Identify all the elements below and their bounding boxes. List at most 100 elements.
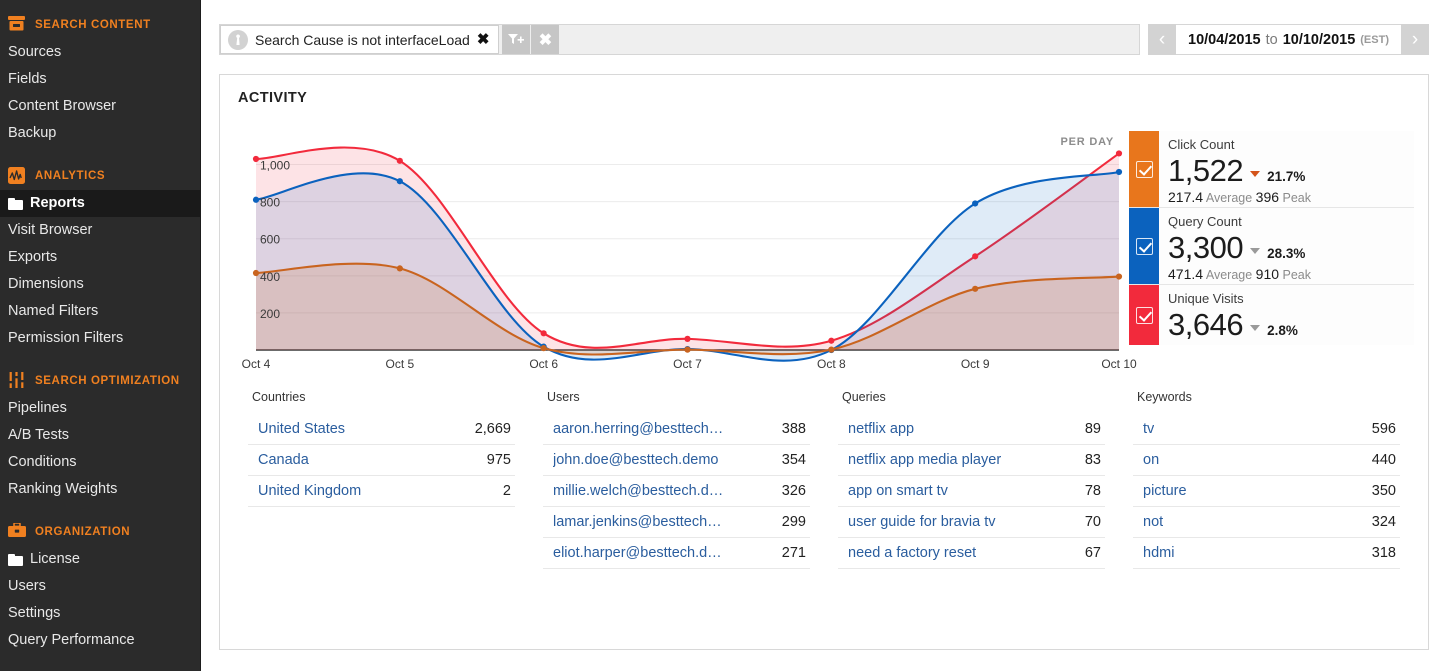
filter-bar[interactable]: Search Cause is not interfaceLoad ✖ ✖ bbox=[219, 24, 1140, 55]
table-row[interactable]: hdmi318 bbox=[1133, 537, 1400, 568]
sidebar-item-users[interactable]: Users bbox=[0, 573, 200, 600]
table-row-label[interactable]: netflix app media player bbox=[848, 452, 1001, 468]
table-row[interactable]: need a factory reset67 bbox=[838, 537, 1105, 568]
date-range-next-button[interactable]: › bbox=[1401, 24, 1429, 55]
metric-card[interactable]: Query Count3,30028.3%471.4 Average 910 P… bbox=[1129, 208, 1414, 285]
svg-text:Oct 5: Oct 5 bbox=[385, 357, 414, 371]
sidebar-item-ranking-weights[interactable]: Ranking Weights bbox=[0, 476, 200, 503]
table-row-label[interactable]: not bbox=[1143, 514, 1163, 530]
table-row-label[interactable]: picture bbox=[1143, 483, 1187, 499]
table-row[interactable]: millie.welch@besttech.d…326 bbox=[543, 475, 810, 506]
sidebar-item-label: Backup bbox=[8, 125, 56, 142]
table-row-label[interactable]: app on smart tv bbox=[848, 483, 948, 499]
sidebar-item-label: Named Filters bbox=[8, 303, 98, 320]
metric-checkbox[interactable] bbox=[1136, 161, 1153, 178]
table-row[interactable]: United States2,669 bbox=[248, 414, 515, 444]
metric-change-percent: 21.7% bbox=[1267, 169, 1305, 184]
table-row[interactable]: tv596 bbox=[1133, 414, 1400, 444]
table-row[interactable]: user guide for bravia tv70 bbox=[838, 506, 1105, 537]
table-row[interactable]: lamar.jenkins@besttech…299 bbox=[543, 506, 810, 537]
sidebar-item-pipelines[interactable]: Pipelines bbox=[0, 395, 200, 422]
sidebar-item-label: Pipelines bbox=[8, 400, 67, 417]
sidebar-item-a-b-tests[interactable]: A/B Tests bbox=[0, 422, 200, 449]
metric-card[interactable]: Click Count1,52221.7%217.4 Average 396 P… bbox=[1129, 131, 1414, 208]
summary-table: CountriesUnited States2,669Canada975Unit… bbox=[234, 390, 529, 569]
table-row-label[interactable]: eliot.harper@besttech.d… bbox=[553, 545, 722, 561]
sidebar-item-named-filters[interactable]: Named Filters bbox=[0, 298, 200, 325]
table-row-value: 440 bbox=[1362, 452, 1396, 468]
table-row[interactable]: not324 bbox=[1133, 506, 1400, 537]
metric-body: Unique Visits3,6462.8% bbox=[1159, 285, 1414, 345]
table-row-label[interactable]: hdmi bbox=[1143, 545, 1174, 561]
svg-text:Oct 4: Oct 4 bbox=[242, 357, 271, 371]
date-range-separator: to bbox=[1266, 32, 1278, 48]
sidebar-item-exports[interactable]: Exports bbox=[0, 244, 200, 271]
metric-change-percent: 2.8% bbox=[1267, 323, 1298, 338]
table-row-label[interactable]: aaron.herring@besttech… bbox=[553, 421, 723, 437]
summary-tables: CountriesUnited States2,669Canada975Unit… bbox=[220, 390, 1428, 569]
metric-card[interactable]: Unique Visits3,6462.8% bbox=[1129, 285, 1414, 345]
date-range-text[interactable]: 10/04/2015 to 10/10/2015 (EST) bbox=[1176, 24, 1401, 55]
sidebar-item-settings[interactable]: Settings bbox=[0, 600, 200, 627]
metric-change-percent: 28.3% bbox=[1267, 246, 1305, 261]
table-row-label[interactable]: millie.welch@besttech.d… bbox=[553, 483, 723, 499]
metric-checkbox[interactable] bbox=[1136, 307, 1153, 324]
metric-peak-value: 910 bbox=[1256, 266, 1279, 282]
sidebar-section-analytics: ANALYTICS bbox=[0, 161, 200, 190]
summary-table-rows: netflix app89netflix app media player83a… bbox=[838, 414, 1105, 569]
table-row-label[interactable]: United Kingdom bbox=[258, 483, 361, 499]
table-row[interactable]: United Kingdom2 bbox=[248, 475, 515, 506]
table-row[interactable]: john.doe@besttech.demo354 bbox=[543, 444, 810, 475]
table-row[interactable]: eliot.harper@besttech.d…271 bbox=[543, 537, 810, 568]
table-row[interactable]: app on smart tv78 bbox=[838, 475, 1105, 506]
sidebar-item-backup[interactable]: Backup bbox=[0, 120, 200, 147]
sidebar-item-label: Conditions bbox=[8, 454, 77, 471]
summary-table-header: Users bbox=[543, 390, 810, 414]
filter-chip[interactable]: Search Cause is not interfaceLoad ✖ bbox=[220, 25, 499, 54]
table-row-label[interactable]: user guide for bravia tv bbox=[848, 514, 996, 530]
table-row-value: 388 bbox=[772, 421, 806, 437]
svg-text:600: 600 bbox=[260, 233, 280, 247]
sidebar-section-organization: ORGANIZATION bbox=[0, 517, 200, 546]
sidebar-item-license[interactable]: License bbox=[0, 546, 200, 573]
svg-text:Oct 10: Oct 10 bbox=[1101, 357, 1137, 371]
table-row[interactable]: netflix app media player83 bbox=[838, 444, 1105, 475]
date-range-picker[interactable]: ‹ 10/04/2015 to 10/10/2015 (EST) › bbox=[1148, 24, 1429, 55]
table-row-label[interactable]: lamar.jenkins@besttech… bbox=[553, 514, 722, 530]
metric-name: Unique Visits bbox=[1168, 291, 1414, 307]
table-row-label[interactable]: john.doe@besttech.demo bbox=[553, 452, 718, 468]
sidebar-item-dimensions[interactable]: Dimensions bbox=[0, 271, 200, 298]
table-row-label[interactable]: United States bbox=[258, 421, 345, 437]
sidebar-item-permission-filters[interactable]: Permission Filters bbox=[0, 325, 200, 352]
table-row-label[interactable]: netflix app bbox=[848, 421, 914, 437]
table-row-label[interactable]: need a factory reset bbox=[848, 545, 976, 561]
table-row[interactable]: on 440 bbox=[1133, 444, 1400, 475]
table-row[interactable]: aaron.herring@besttech… 388 bbox=[543, 414, 810, 444]
summary-table-header: Keywords bbox=[1133, 390, 1400, 414]
table-row[interactable]: Canada975 bbox=[248, 444, 515, 475]
sidebar-item-fields[interactable]: Fields bbox=[0, 66, 200, 93]
sidebar-item-label: Exports bbox=[8, 249, 57, 266]
table-row-label[interactable]: on bbox=[1143, 452, 1159, 468]
page-title: ACTIVITY bbox=[220, 75, 1428, 106]
sidebar-item-query-performance[interactable]: Query Performance bbox=[0, 627, 200, 654]
sidebar-item-content-browser[interactable]: Content Browser bbox=[0, 93, 200, 120]
metric-value-row: 3,30028.3% bbox=[1168, 230, 1414, 266]
date-range-prev-button[interactable]: ‹ bbox=[1148, 24, 1176, 55]
clear-filters-button[interactable]: ✖ bbox=[531, 25, 559, 54]
metric-checkbox[interactable] bbox=[1136, 238, 1153, 255]
table-row-label[interactable]: tv bbox=[1143, 421, 1154, 437]
sidebar-item-reports[interactable]: Reports bbox=[0, 190, 200, 217]
filter-chip-close-icon[interactable]: ✖ bbox=[477, 32, 490, 47]
app-root: SEARCH CONTENTSourcesFieldsContent Brows… bbox=[0, 0, 1431, 671]
sidebar-item-visit-browser[interactable]: Visit Browser bbox=[0, 217, 200, 244]
sidebar-section-label: SEARCH OPTIMIZATION bbox=[35, 375, 180, 387]
table-row-label[interactable]: Canada bbox=[258, 452, 309, 468]
sidebar-item-sources[interactable]: Sources bbox=[0, 39, 200, 66]
table-row[interactable]: picture350 bbox=[1133, 475, 1400, 506]
add-filter-button[interactable] bbox=[502, 25, 530, 54]
sidebar-item-conditions[interactable]: Conditions bbox=[0, 449, 200, 476]
table-row[interactable]: netflix app89 bbox=[838, 414, 1105, 444]
main-content: Search Cause is not interfaceLoad ✖ ✖ ‹ … bbox=[201, 0, 1431, 671]
summary-table: Keywordstv596 on 440 picture350not324hdmi31… bbox=[1119, 390, 1414, 569]
